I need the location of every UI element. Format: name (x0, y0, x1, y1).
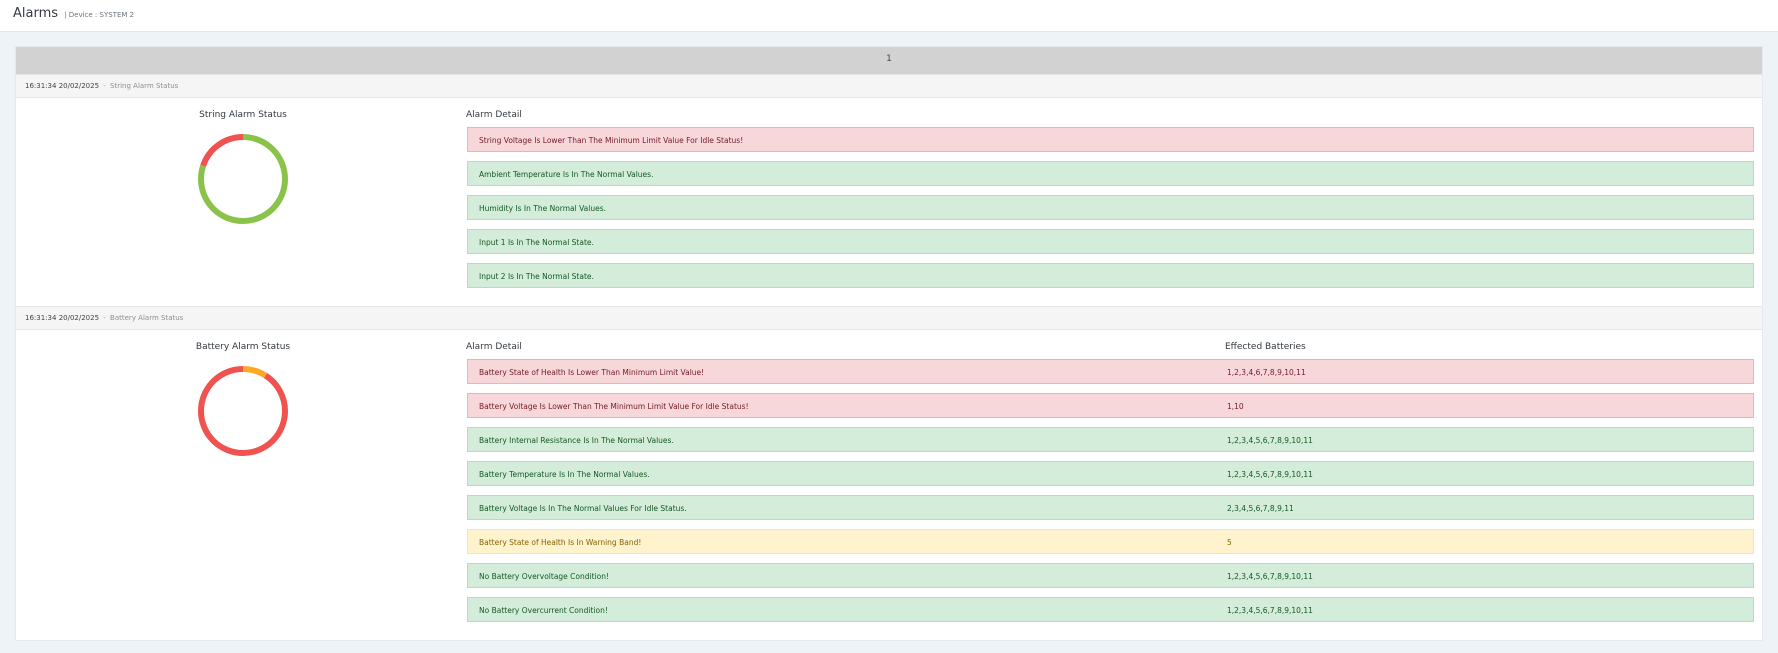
string-alarm-donut-chart (198, 134, 288, 224)
effected-batteries-value: 1,2,3,4,6,7,8,9,10,11 (1227, 368, 1306, 377)
donut-segment-error (198, 366, 288, 456)
alarm-message: Humidity Is In The Normal Values. (479, 204, 606, 213)
string-alarm-detail-header: Alarm Detail (466, 110, 522, 120)
alarm-row: Battery Internal Resistance Is In The No… (467, 427, 1754, 452)
string-chart-title: String Alarm Status (199, 110, 287, 120)
page-number[interactable]: 1 (16, 54, 1762, 64)
string-separator: - (103, 82, 106, 90)
alarm-message: Battery Voltage Is Lower Than The Minimu… (479, 402, 749, 411)
page-title: Alarms | Device : SYSTEM 2 (13, 6, 134, 21)
alarm-message: Input 2 Is In The Normal State. (479, 272, 594, 281)
battery-chart-title: Battery Alarm Status (195, 342, 291, 352)
alarm-row: Battery Voltage Is Lower Than The Minimu… (467, 393, 1754, 418)
effected-batteries-value: 2,3,4,5,6,7,8,9,11 (1227, 504, 1294, 513)
alarm-message: No Battery Overcurrent Condition! (479, 606, 608, 615)
alarm-message: Battery State of Health Is Lower Than Mi… (479, 368, 705, 377)
alarm-row: No Battery Overvoltage Condition! 1,2,3,4… (467, 563, 1754, 588)
string-status-label: String Alarm Status (110, 82, 179, 90)
alarm-row: Ambient Temperature Is In The Normal Val… (467, 161, 1754, 186)
alarm-message: Battery Voltage Is In The Normal Values … (479, 504, 687, 513)
battery-separator: - (103, 314, 106, 322)
battery-section-timestamp: 16:31:34 20/02/2025 - Battery Alarm Stat… (25, 314, 183, 322)
device-label: | Device : SYSTEM 2 (64, 11, 135, 19)
top-header: Alarms | Device : SYSTEM 2 (0, 0, 1778, 32)
battery-alarm-detail-header: Alarm Detail (466, 342, 522, 352)
alarms-panel: 1 16:31:34 20/02/2025 - String Alarm Sta… (15, 46, 1763, 641)
string-time: 16:31:34 (25, 82, 57, 90)
battery-time: 16:31:34 (25, 314, 57, 322)
effected-batteries-value: 1,10 (1227, 402, 1244, 411)
alarm-row: String Voltage Is Lower Than The Minimum… (467, 127, 1754, 152)
battery-status-label: Battery Alarm Status (110, 314, 184, 322)
alarm-row: Battery State of Health Is In Warning Ba… (467, 529, 1754, 554)
alarm-message: Battery Temperature Is In The Normal Val… (479, 470, 650, 479)
pagination-bar: 1 (16, 47, 1762, 75)
alarm-row: Battery State of Health Is Lower Than Mi… (467, 359, 1754, 384)
alarm-message: Input 1 Is In The Normal State. (479, 238, 594, 247)
alarm-row: Humidity Is In The Normal Values. (467, 195, 1754, 220)
alarm-row: Input 2 Is In The Normal State. (467, 263, 1754, 288)
battery-alarm-donut-chart (198, 366, 288, 456)
alarm-message: Battery Internal Resistance Is In The No… (479, 436, 674, 445)
string-section-header: 16:31:34 20/02/2025 - String Alarm Statu… (16, 74, 1762, 98)
alarm-message: Ambient Temperature Is In The Normal Val… (479, 170, 654, 179)
effected-batteries-value: 1,2,3,4,5,6,7,8,9,10,11 (1227, 470, 1313, 479)
page-title-text: Alarms (13, 6, 59, 21)
battery-date: 20/02/2025 (58, 314, 100, 322)
alarm-row: Battery Voltage Is In The Normal Values … (467, 495, 1754, 520)
effected-batteries-value: 1,2,3,4,5,6,7,8,9,10,11 (1227, 436, 1313, 445)
effected-batteries-value: 1,2,3,4,5,6,7,8,9,10,11 (1227, 606, 1313, 615)
battery-section-header: 16:31:34 20/02/2025 - Battery Alarm Stat… (16, 306, 1762, 330)
effected-batteries-value: 5 (1227, 538, 1232, 547)
effected-batteries-value: 1,2,3,4,5,6,7,8,9,10,11 (1227, 572, 1313, 581)
alarm-message: String Voltage Is Lower Than The Minimum… (479, 136, 744, 145)
alarm-row: No Battery Overcurrent Condition! 1,2,3,4… (467, 597, 1754, 622)
alarm-row: Battery Temperature Is In The Normal Val… (467, 461, 1754, 486)
effected-batteries-header: Effected Batteries (1225, 342, 1306, 352)
alarm-row: Input 1 Is In The Normal State. (467, 229, 1754, 254)
alarm-message: Battery State of Health Is In Warning Ba… (479, 538, 642, 547)
string-section-timestamp: 16:31:34 20/02/2025 - String Alarm Statu… (25, 82, 178, 90)
string-date: 20/02/2025 (58, 82, 100, 90)
alarm-message: No Battery Overvoltage Condition! (479, 572, 609, 581)
